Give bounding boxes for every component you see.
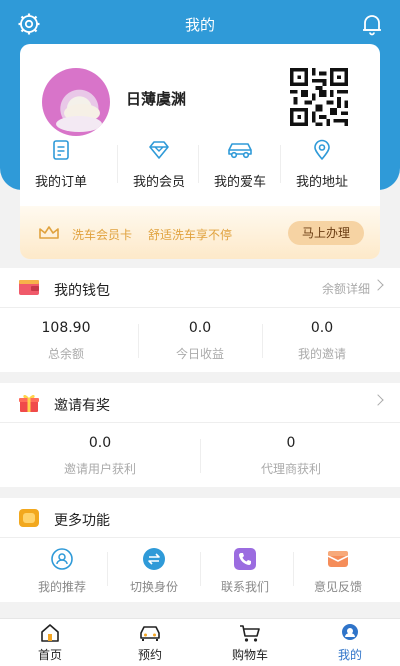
stat-label: 今日收益	[175, 347, 224, 361]
stat-label: 我的邀请	[297, 347, 346, 361]
vip-banner: 洗车会员卡 舒适洗车享不停 马上办理	[20, 206, 380, 259]
stat-total-balance[interactable]: 108.90 总余额	[0, 320, 132, 362]
switch-arrows-icon	[143, 548, 165, 570]
feature-switch-identity[interactable]: 切换身份	[104, 548, 204, 595]
wallet-section: 我的钱包 余额详细 108.90 总余额 0.0 今日收益 0.0 我的邀请	[0, 268, 400, 372]
tab-label: 购物车	[231, 648, 268, 662]
stat-value: 0.0	[88, 435, 112, 451]
top-bar: 我的	[0, 0, 400, 46]
tab-booking[interactable]: 预约	[100, 623, 200, 663]
invite-header[interactable]: 邀请有奖	[0, 383, 400, 423]
tab-label: 我的	[337, 648, 362, 662]
invite-title: 邀请有奖	[54, 398, 110, 414]
tab-mine[interactable]: 我的	[300, 623, 400, 663]
feature-my-recommend[interactable]: 我的推荐	[12, 548, 112, 595]
wallet-icon	[19, 280, 39, 295]
tab-label: 首页	[37, 648, 62, 662]
gift-icon	[19, 394, 39, 412]
invite-section: 邀请有奖 0.0 邀请用户获利 0 代理商获利	[0, 383, 400, 487]
stat-invite-profit[interactable]: 0.0 邀请用户获利	[0, 435, 200, 477]
vip-title: 洗车会员卡	[72, 228, 133, 242]
profile-icon	[342, 624, 358, 640]
wallet-title: 我的钱包	[54, 283, 110, 299]
quick-link-label: 我的地址	[295, 175, 348, 190]
wallet-header[interactable]: 我的钱包 余额详细	[0, 268, 400, 308]
tab-home[interactable]: 首页	[0, 623, 100, 663]
quick-link-label: 我的会员	[132, 175, 185, 190]
tab-label: 预约	[137, 648, 162, 662]
stat-value: 108.90	[41, 320, 91, 336]
stat-label: 代理商获利	[260, 462, 321, 476]
car-front-icon	[140, 626, 160, 641]
feature-label: 切换身份	[129, 580, 178, 594]
stat-today-income[interactable]: 0.0 今日收益	[134, 320, 266, 362]
feature-feedback[interactable]: 意见反馈	[288, 548, 388, 595]
quick-link-membership[interactable]: 我的会员	[118, 139, 200, 199]
location-pin-icon	[314, 139, 330, 160]
quick-link-label: 我的爱车	[213, 175, 266, 190]
quick-links: 我的订单 我的会员 我的爱车 我的地址	[20, 139, 380, 199]
features-folder-icon	[19, 509, 39, 527]
qr-code-icon[interactable]	[287, 68, 351, 126]
balance-detail-link[interactable]: 余额详细	[322, 280, 370, 297]
feature-label: 联系我们	[220, 580, 269, 594]
stat-label: 总余额	[47, 347, 84, 361]
chevron-right-icon	[372, 279, 384, 291]
quick-link-cars[interactable]: 我的爱车	[199, 139, 281, 199]
stat-label: 邀请用户获利	[63, 462, 136, 476]
order-doc-icon	[53, 140, 69, 160]
stat-value: 0.0	[188, 320, 212, 336]
apply-now-button[interactable]: 马上办理	[288, 221, 364, 245]
page-title: 我的	[184, 16, 215, 34]
avatar[interactable]	[42, 68, 110, 136]
envelope-icon	[327, 551, 349, 567]
feature-contact-us[interactable]: 联系我们	[195, 548, 295, 595]
profile-card: 日薄虞渊 我的订单 我的会员 我的爱车 我的地址 洗车会员卡 舒适洗车享不停 马…	[20, 44, 380, 259]
stat-value: 0	[286, 435, 296, 451]
more-features-header: 更多功能	[0, 498, 400, 538]
bell-icon[interactable]	[360, 12, 384, 36]
feature-label: 意见反馈	[313, 580, 362, 594]
more-features-section: 更多功能 我的推荐 切换身份 联系我们 意见反馈	[0, 498, 400, 602]
quick-link-orders[interactable]: 我的订单	[20, 139, 102, 199]
stat-my-invites[interactable]: 0.0 我的邀请	[256, 320, 388, 362]
phone-icon	[234, 548, 256, 570]
chevron-right-icon	[372, 394, 384, 406]
vip-subtitle: 舒适洗车享不停	[148, 228, 233, 242]
stat-value: 0.0	[310, 320, 334, 336]
crown-icon	[39, 226, 59, 239]
feature-label: 我的推荐	[37, 580, 86, 594]
cart-icon	[240, 625, 260, 642]
quick-link-address[interactable]: 我的地址	[281, 139, 363, 199]
username: 日薄虞渊	[126, 90, 187, 108]
tab-cart[interactable]: 购物车	[200, 623, 300, 663]
stat-agent-profit[interactable]: 0 代理商获利	[200, 435, 382, 477]
user-recommend-icon	[51, 548, 73, 570]
bottom-tab-bar: 首页 预约 购物车 我的	[0, 618, 400, 666]
more-features-title: 更多功能	[54, 513, 110, 529]
home-icon	[41, 624, 59, 642]
quick-link-label: 我的订单	[34, 175, 87, 190]
car-icon	[228, 143, 252, 159]
diamond-icon	[149, 141, 169, 159]
